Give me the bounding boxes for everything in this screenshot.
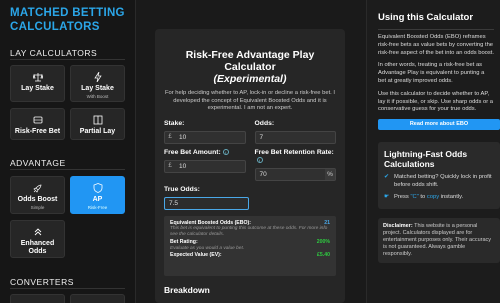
scales-icon	[32, 73, 43, 82]
help-divider	[378, 29, 494, 30]
split-icon	[93, 115, 102, 125]
free-bet-input[interactable]: £ 10	[164, 159, 246, 173]
pointer-icon: ☛	[384, 194, 390, 201]
disclaimer-box: Disclaimer: This website is a personal p…	[378, 217, 500, 263]
tile-label: Lay Stake	[21, 85, 54, 92]
disclaimer-label: Disclaimer:	[383, 222, 413, 229]
tile-label: Enhanced Odds	[20, 240, 55, 255]
info-icon[interactable]: i	[222, 148, 229, 155]
ev-value: £5.40	[317, 251, 330, 258]
brand-line-2: CALCULATORS	[10, 21, 100, 33]
shortcut-text: Press "C" to copy instantly.	[394, 194, 463, 202]
tile-label: Odds Boost	[17, 196, 58, 203]
lightning-fast-item: ☛ Press "C" to copy instantly.	[384, 194, 494, 202]
help-paragraph: Use this calculator to decide whether to…	[378, 90, 494, 113]
read-more-ebo-button[interactable]: Read more about EBO	[378, 119, 500, 131]
calculator-subtitle: (Experimental)	[213, 73, 287, 85]
tile-enhanced-odds[interactable]: Enhanced Odds	[10, 220, 65, 258]
section-divider	[10, 59, 125, 60]
tile-sublabel: Simple	[30, 205, 45, 210]
tile-label: AP	[92, 196, 103, 203]
shortcut-copy-link[interactable]: copy	[427, 194, 439, 200]
ev-label: Expected Value (EV):	[170, 251, 222, 258]
retention-value: 70	[259, 170, 267, 178]
section-advantage: ADVANTAGE	[10, 158, 66, 168]
section-lay-calculators: LAY CALCULATORS	[10, 48, 98, 58]
stake-input[interactable]: £ 10	[164, 130, 246, 144]
tile-label: Risk-Free Bet	[14, 128, 61, 135]
shortcut-text-pre: Press	[394, 194, 409, 201]
help-panel: Using this Calculator Equivalent Boosted…	[366, 0, 500, 303]
sidebar: MATCHED BETTING CALCULATORS LAY CALCULAT…	[0, 0, 136, 303]
free-bet-label-text: Free Bet Amount:	[164, 148, 221, 156]
retention-label-text: Free Bet Retention Rate:	[254, 148, 334, 156]
tile-risk-free-bet[interactable]: Risk-Free Bet	[10, 108, 65, 140]
results-panel: Equivalent Boosted Odds (EBO): 21 This b…	[164, 215, 336, 276]
section-converters: CONVERTERS	[10, 277, 74, 287]
lightning-fast-item: ✔ Matched betting? Quickly lock in profi…	[384, 174, 494, 189]
rocket-icon	[32, 184, 41, 193]
shortcut-text-post: instantly.	[440, 194, 464, 201]
calculator-card: Risk-Free Advantage Play Calculator (Exp…	[155, 29, 345, 303]
rating-label: Bet Rating:	[170, 239, 198, 246]
tile-ap-risk-free[interactable]: AP Risk-Free	[70, 176, 125, 214]
help-title: Using this Calculator	[378, 12, 474, 23]
breakdown-heading[interactable]: Breakdown	[164, 285, 336, 295]
info-icon[interactable]: i	[256, 156, 263, 163]
shortcut-key: "C"	[410, 194, 419, 201]
odds-value: 7	[259, 133, 264, 141]
lightning-fast-title: Lightning-Fast Odds Calculations	[384, 149, 468, 170]
stake-value: 10	[179, 133, 187, 141]
tile-partial-lay[interactable]: Partial Lay	[70, 108, 125, 140]
odds-input[interactable]: 7	[254, 130, 336, 144]
retention-label: Free Bet Retention Rate:i	[255, 149, 337, 165]
odds-label: Odds:	[254, 119, 275, 127]
shield-icon	[93, 183, 102, 193]
brand-logo[interactable]: MATCHED BETTING CALCULATORS	[0, 0, 135, 34]
lightning-fast-text: Matched betting? Quickly lock in profit …	[394, 174, 492, 188]
tile-converter[interactable]	[70, 294, 125, 303]
currency-prefix: £	[168, 163, 172, 170]
ebo-note: This bet is equivalent to punting this o…	[170, 226, 328, 238]
stake-label: Stake:	[164, 119, 185, 127]
lightning-icon	[93, 72, 102, 82]
ticket-icon	[33, 116, 42, 124]
lightning-fast-card: Lightning-Fast Odds Calculations ✔ Match…	[378, 142, 500, 209]
help-paragraph: In other words, treating a risk-free bet…	[378, 62, 485, 84]
percent-suffix: %	[325, 168, 335, 180]
free-bet-value: 10	[179, 162, 187, 170]
tile-sublabel: Risk-Free	[87, 205, 108, 210]
true-odds-label: True Odds:	[164, 185, 200, 193]
check-circle-icon: ✔	[384, 174, 390, 181]
tile-converter[interactable]	[10, 294, 65, 303]
calculator-intro: For help deciding whether to AP, lock-in…	[164, 90, 336, 112]
tile-label: Lay Stake	[81, 85, 114, 92]
tile-lay-stake[interactable]: Lay Stake	[10, 65, 65, 102]
tile-odds-boost[interactable]: Odds Boost Simple	[10, 176, 65, 214]
tile-label: Partial Lay	[79, 128, 116, 135]
currency-prefix: £	[168, 134, 172, 141]
rating-value: 200%	[316, 239, 330, 246]
help-paragraph: Equivalent Boosted Odds (EBO) reframes r…	[378, 34, 495, 56]
retention-input[interactable]: 70 %	[254, 167, 336, 181]
true-odds-input[interactable]: 7.5	[164, 196, 249, 210]
free-bet-label: Free Bet Amount: i	[164, 149, 246, 157]
double-chevron-icon	[34, 228, 41, 236]
calculator-title: Risk-Free Advantage Play Calculator	[185, 49, 315, 73]
shortcut-text-mid: to	[420, 194, 426, 201]
true-odds-value: 7.5	[169, 199, 179, 207]
brand-line-1: MATCHED BETTING	[10, 7, 125, 19]
section-divider	[10, 288, 125, 289]
tile-lay-stake-boost[interactable]: Lay Stake With Boost	[70, 65, 125, 102]
tile-sublabel: With Boost	[86, 94, 109, 99]
section-divider	[10, 169, 125, 170]
